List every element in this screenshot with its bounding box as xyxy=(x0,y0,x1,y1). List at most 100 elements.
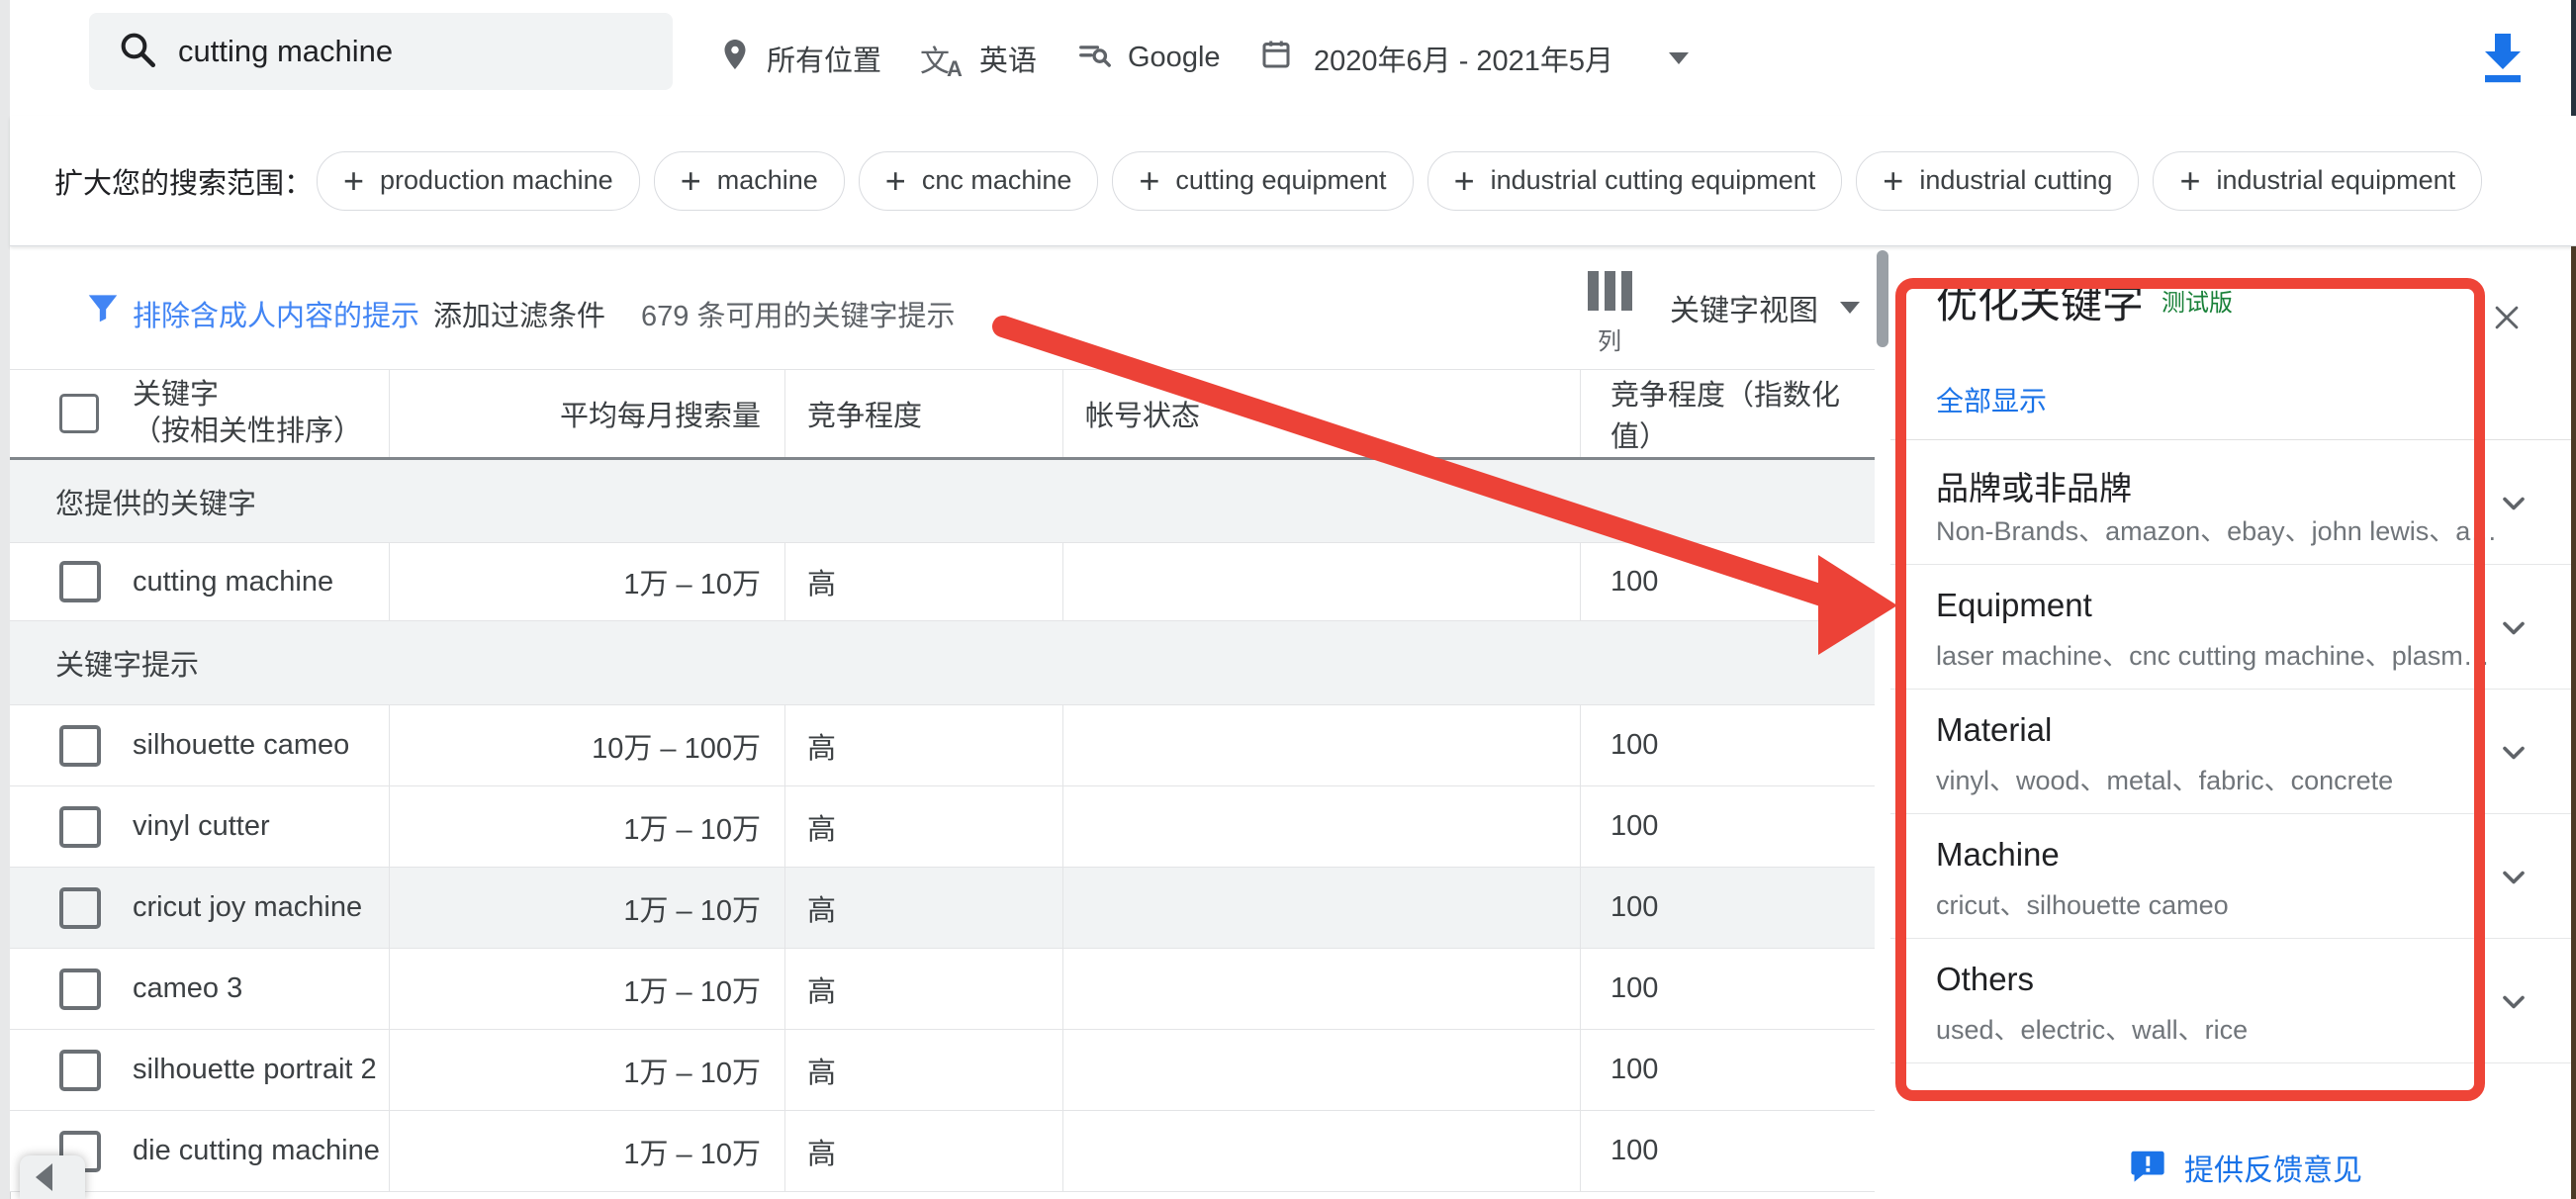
plus-icon: + xyxy=(885,163,906,199)
col-keyword-sub: （按相关性排序） xyxy=(133,414,362,450)
beta-badge: 测试版 xyxy=(2162,283,2233,318)
columns-button[interactable]: 列 xyxy=(1575,271,1644,356)
caret-down-icon xyxy=(1840,302,1860,314)
group-values: laser machine、cnc cutting machine、plasm… xyxy=(1936,634,2490,673)
panel-title: 优化关键字 xyxy=(1936,281,2144,326)
refine-group-brand[interactable]: 品牌或非品牌 Non-Brands、amazon、ebay、john lewis… xyxy=(1890,440,2576,565)
row-checkbox[interactable] xyxy=(59,968,101,1010)
chevron-left-icon xyxy=(36,1163,52,1191)
chevron-down-icon[interactable] xyxy=(2496,860,2531,900)
searches-cell: 1万 – 10万 xyxy=(390,868,785,948)
search-icon xyxy=(117,29,158,75)
chevron-down-icon[interactable] xyxy=(2496,610,2531,651)
filter-funnel-icon xyxy=(84,289,122,331)
right-edge-strip xyxy=(2571,213,2576,1199)
view-selector[interactable]: 关键字视图 xyxy=(1670,245,1860,369)
plus-icon: + xyxy=(1883,163,1903,199)
close-panel-button[interactable] xyxy=(2490,301,2524,339)
refine-group-equipment[interactable]: Equipment laser machine、cnc cutting mach… xyxy=(1890,565,2576,690)
section-keyword-ideas: 关键字提示 xyxy=(10,621,1875,705)
translate-icon: 文A xyxy=(920,37,966,80)
vertical-scrollbar-thumb[interactable] xyxy=(1877,250,1888,347)
indexed-cell: 100 xyxy=(1581,949,1875,1029)
search-input[interactable]: cutting machine xyxy=(89,13,673,90)
ideas-count: 679 条可用的关键字提示 xyxy=(641,293,955,334)
keyword-cell: cricut joy machine xyxy=(133,891,362,924)
plus-icon: + xyxy=(1139,163,1159,199)
indexed-cell: 100 xyxy=(1581,543,1875,620)
indexed-cell: 100 xyxy=(1581,1030,1875,1110)
row-checkbox[interactable] xyxy=(59,806,101,848)
keyword-cell: cameo 3 xyxy=(133,972,242,1005)
chip-industrial-cutting-equipment[interactable]: +industrial cutting equipment xyxy=(1427,151,1843,211)
network-label: Google xyxy=(1128,42,1221,74)
status-cell xyxy=(1063,786,1581,867)
chevron-down-icon[interactable] xyxy=(2496,486,2531,526)
location-selector[interactable]: 所有位置 xyxy=(717,0,881,116)
exclude-adult-link[interactable]: 排除含成人内容的提示 xyxy=(133,293,419,334)
keyword-cell: cutting machine xyxy=(133,566,333,599)
scroll-left-button[interactable] xyxy=(20,1155,85,1199)
row-checkbox[interactable] xyxy=(59,561,101,602)
plus-icon: + xyxy=(681,163,701,199)
feedback-label: 提供反馈意见 xyxy=(2184,1146,2362,1189)
search-value: cutting machine xyxy=(178,34,393,69)
searches-cell: 1万 – 10万 xyxy=(390,1111,785,1191)
competition-cell: 高 xyxy=(785,1111,1063,1191)
chip-industrial-equipment[interactable]: +industrial equipment xyxy=(2153,151,2482,211)
chip-machine[interactable]: +machine xyxy=(654,151,845,211)
keyword-cell: silhouette cameo xyxy=(133,729,349,762)
row-checkbox[interactable] xyxy=(59,887,101,929)
table-row: die cutting machine 1万 – 10万 高 100 xyxy=(10,1111,1875,1192)
searches-cell: 10万 – 100万 xyxy=(390,705,785,785)
language-selector[interactable]: 文A 英语 xyxy=(920,0,1037,116)
group-title: Others xyxy=(1936,961,2034,998)
add-filter-button[interactable]: 添加过滤条件 xyxy=(433,293,605,334)
table-row: cameo 3 1万 – 10万 高 100 xyxy=(10,949,1875,1030)
plus-icon: + xyxy=(1454,163,1475,199)
search-terms-icon xyxy=(1076,36,1114,81)
refine-group-material[interactable]: Material vinyl、wood、metal、fabric、concret… xyxy=(1890,690,2576,814)
select-all-checkbox[interactable] xyxy=(59,394,99,433)
status-cell xyxy=(1063,868,1581,948)
show-all-link[interactable]: 全部显示 xyxy=(1936,380,2047,419)
competition-cell: 高 xyxy=(785,868,1063,948)
feedback-link[interactable]: 提供反馈意见 xyxy=(2129,1146,2362,1189)
group-title: 品牌或非品牌 xyxy=(1936,462,2132,509)
col-competition-indexed: 竞争程度（指数化值） xyxy=(1581,370,1875,457)
row-checkbox[interactable] xyxy=(59,725,101,767)
keyword-table-region: 排除含成人内容的提示 添加过滤条件 679 条可用的关键字提示 列 关键字视图 … xyxy=(10,245,1875,1192)
keyword-cell: vinyl cutter xyxy=(133,810,270,843)
status-cell xyxy=(1063,949,1581,1029)
refine-keywords-panel: 优化关键字 测试版 全部显示 品牌或非品牌 Non-Brands、amazon、… xyxy=(1890,245,2576,1199)
status-cell xyxy=(1063,1030,1581,1110)
col-keyword: 关键字 xyxy=(133,377,362,414)
chip-cnc-machine[interactable]: +cnc machine xyxy=(859,151,1099,211)
columns-icon xyxy=(1588,271,1632,311)
download-button[interactable] xyxy=(2475,28,2530,87)
searches-cell: 1万 – 10万 xyxy=(390,949,785,1029)
chip-cutting-equipment[interactable]: +cutting equipment xyxy=(1112,151,1413,211)
table-header-row: 关键字 （按相关性排序） 平均每月搜索量 竞争程度 帐号状态 竞争程度（指数化值… xyxy=(10,369,1875,460)
network-selector[interactable]: Google xyxy=(1076,0,1221,116)
calendar-icon xyxy=(1258,37,1294,80)
chip-list: +production machine +machine +cnc machin… xyxy=(317,116,2482,245)
refine-group-machine[interactable]: Machine cricut、silhouette cameo xyxy=(1890,814,2576,939)
plus-icon: + xyxy=(2179,163,2200,199)
columns-label: 列 xyxy=(1575,322,1644,356)
searches-cell: 1万 – 10万 xyxy=(390,786,785,867)
keyword-cell: silhouette portrait 2 xyxy=(133,1054,377,1086)
panel-header: 优化关键字 测试版 全部显示 xyxy=(1890,245,2576,440)
chevron-down-icon[interactable] xyxy=(2496,735,2531,776)
competition-cell: 高 xyxy=(785,705,1063,785)
feedback-icon xyxy=(2129,1147,2166,1189)
group-values: used、electric、wall、rice xyxy=(1936,1008,2248,1047)
competition-cell: 高 xyxy=(785,949,1063,1029)
searches-cell: 1万 – 10万 xyxy=(390,1030,785,1110)
chip-production-machine[interactable]: +production machine xyxy=(317,151,640,211)
refine-group-others[interactable]: Others used、electric、wall、rice xyxy=(1890,939,2576,1063)
chip-industrial-cutting[interactable]: +industrial cutting xyxy=(1856,151,2139,211)
row-checkbox[interactable] xyxy=(59,1050,101,1091)
date-range-selector[interactable]: 2020年6月 - 2021年5月 xyxy=(1258,0,1689,116)
chevron-down-icon[interactable] xyxy=(2496,984,2531,1025)
